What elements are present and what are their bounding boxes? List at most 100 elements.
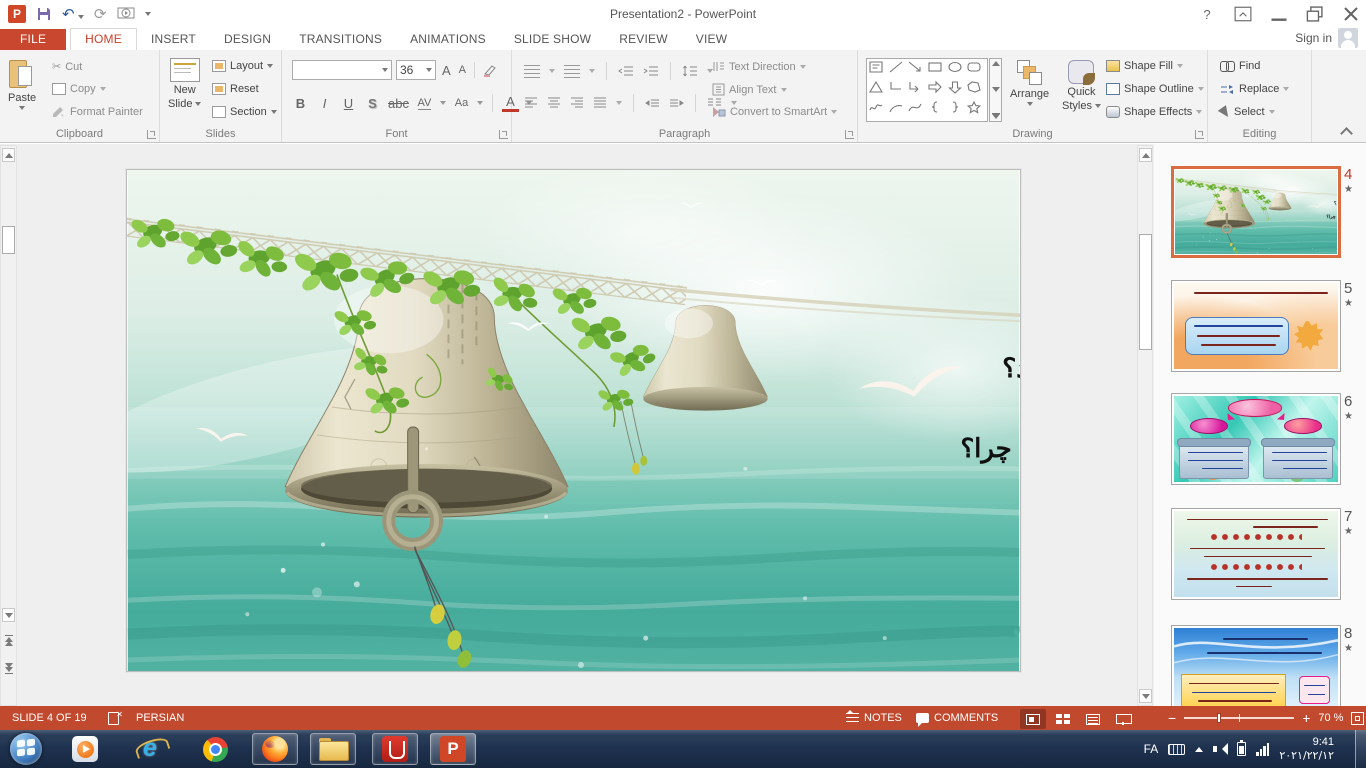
network-signal-icon[interactable] <box>1256 743 1269 756</box>
normal-view-button[interactable] <box>1020 709 1046 729</box>
taskbar-adobe-reader[interactable] <box>372 733 418 765</box>
taskbar-file-explorer[interactable] <box>310 733 356 765</box>
paragraph-dialog-launcher[interactable] <box>845 130 854 139</box>
line-spacing-icon[interactable] <box>682 65 698 78</box>
close-icon[interactable] <box>1342 5 1360 23</box>
find-button[interactable]: Find <box>1220 60 1260 72</box>
italic-button[interactable]: I <box>316 96 333 111</box>
shape-freeform-icon[interactable] <box>966 80 982 94</box>
show-hidden-icons-icon[interactable] <box>1195 747 1203 752</box>
justify-icon[interactable] <box>593 97 607 109</box>
taskbar-media-player[interactable] <box>62 733 108 765</box>
show-desktop-button[interactable] <box>1355 730 1366 768</box>
sign-in[interactable]: Sign in <box>1295 28 1358 48</box>
paste-button[interactable]: Paste <box>8 58 36 110</box>
shape-right-brace-icon[interactable] <box>947 100 963 114</box>
zoom-in-button[interactable]: + <box>1302 710 1310 726</box>
align-right-icon[interactable] <box>570 97 584 109</box>
slide-text-line1[interactable]: در تصاویر قبلی چه چیزهایی مشاهده کردید؟ <box>1002 353 1020 384</box>
tab-transitions[interactable]: TRANSITIONS <box>285 29 396 50</box>
shape-curve-icon[interactable] <box>907 100 923 114</box>
thumbnail-scrollbar[interactable] <box>1137 145 1153 706</box>
thumbnail-scroll-down-button[interactable] <box>1139 689 1152 703</box>
save-icon[interactable] <box>36 6 52 22</box>
section-button[interactable]: Section <box>212 106 277 118</box>
align-text-button[interactable]: Align Text <box>712 83 787 96</box>
repeat-icon[interactable]: ⟳ <box>94 7 107 22</box>
language-indicator[interactable]: PERSIAN <box>136 706 184 730</box>
drawing-dialog-launcher[interactable] <box>1195 130 1204 139</box>
shape-rectangle-icon[interactable] <box>927 60 943 74</box>
shapes-more-icon[interactable] <box>992 113 1000 119</box>
smartart-button[interactable]: Convert to SmartArt <box>712 106 837 118</box>
notes-button[interactable]: NOTES <box>846 706 902 730</box>
quick-styles-button[interactable]: Quick Styles <box>1062 60 1101 112</box>
new-slide-button[interactable]: New Slide <box>168 58 201 110</box>
tab-design[interactable]: DESIGN <box>210 29 285 50</box>
bullets-icon[interactable] <box>524 65 540 78</box>
help-icon[interactable]: ? <box>1198 5 1216 23</box>
thumbnail-slide-6[interactable] <box>1171 393 1341 485</box>
zoom-level[interactable]: 70 % <box>1318 712 1343 724</box>
thumbnail-scroll-thumb[interactable] <box>1139 234 1152 350</box>
taskbar-powerpoint[interactable]: P <box>430 733 476 765</box>
shape-textbox-icon[interactable] <box>868 60 884 74</box>
undo-button[interactable]: ↶ <box>62 7 84 22</box>
battery-icon[interactable] <box>1237 742 1246 756</box>
shape-left-brace-icon[interactable] <box>927 100 943 114</box>
slide-text-line2[interactable]: آیا این چیزها با ارزش هستند؟ چرا؟ <box>960 431 1020 464</box>
shape-right-arrow-icon[interactable] <box>927 80 943 94</box>
slideshow-view-button[interactable] <box>1110 709 1136 729</box>
taskbar-chrome[interactable] <box>192 733 238 765</box>
underline-button[interactable]: U <box>340 96 357 111</box>
increase-indent-icon[interactable] <box>643 65 659 77</box>
tab-animations[interactable]: ANIMATIONS <box>396 29 500 50</box>
numbering-icon[interactable] <box>564 65 580 78</box>
slide-canvas[interactable]: در تصاویر قبلی چه چیزهایی مشاهده کردید؟ … <box>126 169 1021 672</box>
shapes-gallery[interactable] <box>866 58 988 122</box>
shape-line-icon[interactable] <box>888 60 904 74</box>
restore-icon[interactable] <box>1306 5 1324 23</box>
shape-arc-icon[interactable] <box>888 100 904 114</box>
comments-button[interactable]: COMMENTS <box>916 706 998 730</box>
main-vertical-scrollbar[interactable] <box>0 145 17 706</box>
tab-home[interactable]: HOME <box>70 28 137 50</box>
collapse-ribbon-icon[interactable] <box>1340 128 1354 136</box>
thumbnail-slide-5[interactable] <box>1171 280 1341 372</box>
zoom-out-button[interactable]: − <box>1168 710 1176 726</box>
tab-file[interactable]: FILE <box>0 29 66 50</box>
minimize-icon[interactable] <box>1270 5 1288 23</box>
text-direction-button[interactable]: Text Direction <box>712 60 806 73</box>
shape-effects-button[interactable]: Shape Effects <box>1106 106 1202 118</box>
customize-qat-icon[interactable] <box>145 12 151 16</box>
grow-font-button[interactable]: A <box>442 63 451 78</box>
shape-elbow-icon[interactable] <box>888 80 904 94</box>
clipboard-dialog-launcher[interactable] <box>147 130 156 139</box>
shape-triangle-icon[interactable] <box>868 80 884 94</box>
tab-insert[interactable]: INSERT <box>137 29 210 50</box>
decrease-indent-icon[interactable] <box>618 65 634 77</box>
shape-rounded-rect-icon[interactable] <box>966 60 982 74</box>
rtl-direction-icon[interactable] <box>669 98 684 109</box>
input-language-indicator[interactable]: FA <box>1144 742 1159 756</box>
previous-slide-button[interactable] <box>2 632 15 648</box>
tab-view[interactable]: VIEW <box>682 29 741 50</box>
clear-formatting-icon[interactable] <box>483 64 496 77</box>
slide-counter[interactable]: SLIDE 4 OF 19 <box>12 706 87 730</box>
format-painter-button[interactable]: Format Painter <box>52 106 143 118</box>
fit-slide-to-window-icon[interactable] <box>1351 712 1364 725</box>
change-case-button[interactable]: Aa <box>453 97 470 109</box>
shape-elbow-arrow-icon[interactable] <box>907 80 923 94</box>
shape-star-icon[interactable] <box>966 100 982 114</box>
font-dialog-launcher[interactable] <box>499 130 508 139</box>
shapes-scroll-up-icon[interactable] <box>992 61 1000 66</box>
ribbon-display-options-icon[interactable] <box>1234 5 1252 23</box>
tab-review[interactable]: REVIEW <box>605 29 682 50</box>
reading-view-button[interactable] <box>1080 709 1106 729</box>
keyboard-icon[interactable] <box>1168 744 1185 755</box>
spellcheck-button[interactable] <box>108 706 122 730</box>
zoom-slider-thumb[interactable] <box>1217 713 1221 723</box>
scroll-up-button[interactable] <box>2 148 15 162</box>
start-from-beginning-icon[interactable] <box>117 7 135 21</box>
align-left-icon[interactable] <box>524 97 538 109</box>
